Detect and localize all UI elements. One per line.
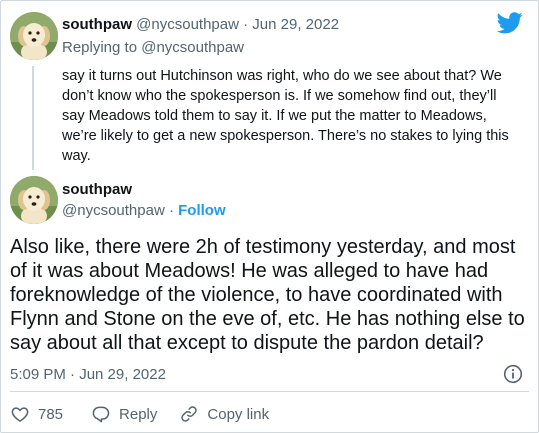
like-button[interactable]: 785 <box>10 404 63 424</box>
divider <box>10 391 529 392</box>
link-icon <box>181 406 198 422</box>
tweet-timestamp[interactable]: 5:09 PM · Jun 29, 2022 <box>10 365 166 385</box>
twitter-bird-icon[interactable] <box>497 12 523 34</box>
puppy-avatar-image <box>10 12 58 60</box>
author-handle-row: @nycsouthpaw · Follow <box>62 201 226 221</box>
copy-link-label: Copy link <box>207 405 270 423</box>
parent-tweet-text: say it turns out Hutchinson was right, w… <box>62 68 509 164</box>
author-name[interactable]: southpaw <box>62 180 132 200</box>
reply-button[interactable]: Reply <box>91 404 157 424</box>
separator-dot: · <box>164 202 179 219</box>
replying-to-line: Replying to @nycsouthpaw <box>62 38 244 58</box>
tweet-actions: 785 Reply Copy link <box>10 404 269 424</box>
thread-connector-line <box>32 66 34 170</box>
copy-link-button[interactable]: Copy link <box>179 404 269 424</box>
follow-button[interactable]: Follow <box>178 202 226 219</box>
author-name[interactable]: southpaw <box>62 16 132 33</box>
tweet-date[interactable]: Jun 29, 2022 <box>252 16 339 33</box>
author-handle[interactable]: @nycsouthpaw <box>62 202 165 219</box>
avatar[interactable] <box>10 176 58 224</box>
reply-icon <box>92 406 110 423</box>
like-count: 785 <box>38 405 64 423</box>
separator-dot: · <box>238 16 253 33</box>
author-handle[interactable]: @nycsouthpaw <box>136 16 239 33</box>
reply-label: Reply <box>119 405 158 423</box>
avatar[interactable] <box>10 12 58 60</box>
main-tweet-text: Also like, there were 2h of testimony ye… <box>10 236 525 354</box>
parent-tweet-header: southpaw @nycsouthpaw · Jun 29, 2022 <box>62 15 339 35</box>
puppy-avatar-image <box>10 176 58 224</box>
replying-to-handle[interactable]: @nycsouthpaw <box>141 39 244 56</box>
heart-icon <box>11 407 29 422</box>
info-icon[interactable] <box>503 364 523 384</box>
replying-to-prefix: Replying to <box>62 39 142 56</box>
